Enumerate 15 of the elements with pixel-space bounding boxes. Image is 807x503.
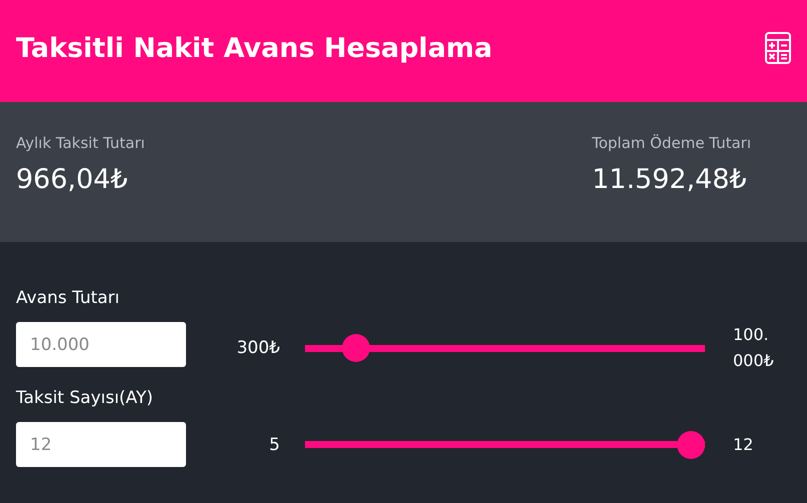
- field-label: Taksit Sayısı(AY): [16, 388, 154, 408]
- summary-value: 11.592,48₺: [592, 164, 748, 195]
- slider-thumb[interactable]: [677, 430, 705, 458]
- slider-max-label: 100.000₺: [733, 324, 775, 372]
- slider-min-label: 300₺: [236, 338, 280, 358]
- slider-min-label: 5: [268, 434, 280, 454]
- summary-label: Aylık Taksit Tutarı: [16, 134, 145, 152]
- slider-max-label: 12: [733, 434, 754, 456]
- field-label: Avans Tutarı: [16, 288, 121, 308]
- summary-value: 966,04₺: [16, 164, 129, 195]
- input-field[interactable]: 10.000: [16, 322, 186, 367]
- summary-label: Toplam Ödeme Tutarı: [592, 134, 751, 152]
- page-title: Taksitli Nakit Avans Hesaplama: [16, 32, 492, 64]
- input-field[interactable]: 12: [16, 422, 186, 467]
- calculator-icon[interactable]: [765, 32, 791, 64]
